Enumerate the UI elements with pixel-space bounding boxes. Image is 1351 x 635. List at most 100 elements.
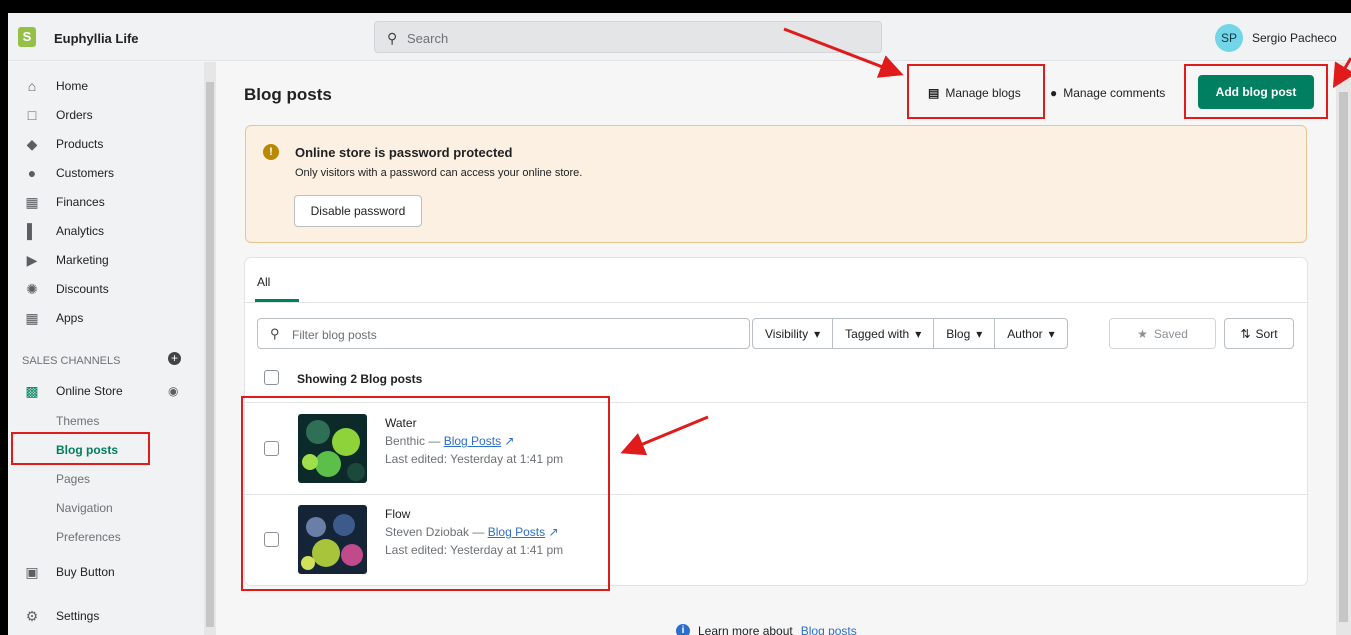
- filter-blog[interactable]: Blog ▾: [934, 319, 996, 348]
- sort-icon: ⇅: [1240, 326, 1251, 341]
- sidebar-item-label: Products: [56, 137, 104, 151]
- sidebar-item-label: Marketing: [56, 253, 109, 267]
- sidebar-item-buy-button[interactable]: ▣ Buy Button: [8, 558, 204, 586]
- post-author: Benthic: [385, 434, 426, 448]
- post-title[interactable]: Water: [385, 416, 417, 430]
- finances-icon: ▦: [25, 193, 39, 210]
- blog-link[interactable]: Blog Posts: [444, 434, 501, 448]
- sidebar-item-apps[interactable]: ▦ Apps: [8, 304, 204, 332]
- filter-placeholder: Filter blog posts: [292, 328, 377, 342]
- search-icon: ⚲: [387, 30, 398, 46]
- sidebar-subitem-blog-posts[interactable]: Blog posts: [56, 443, 118, 457]
- megaphone-icon: ▶: [26, 251, 38, 268]
- sidebar-item-orders[interactable]: □ Orders: [8, 101, 204, 129]
- search-input[interactable]: ⚲ Search: [374, 21, 882, 53]
- manage-comments-label: Manage comments: [1063, 86, 1166, 100]
- external-link-icon: ↗: [548, 525, 559, 539]
- banner-title: Online store is password protected: [295, 145, 513, 160]
- sidebar-item-settings[interactable]: ⚙ Settings: [8, 602, 204, 630]
- caret-down-icon: ▾: [1048, 326, 1055, 341]
- avatar[interactable]: SP: [1215, 24, 1243, 52]
- filter-visibility[interactable]: Visibility ▾: [753, 319, 834, 348]
- manage-comments-button[interactable]: ● Manage comments: [1050, 77, 1165, 109]
- scrollbar-thumb[interactable]: [1339, 92, 1348, 622]
- user-name[interactable]: Sergio Pacheco: [1252, 31, 1337, 45]
- sidebar-item-customers[interactable]: ● Customers: [8, 159, 204, 187]
- sidebar-subitem-themes[interactable]: Themes: [56, 414, 99, 428]
- filter-input[interactable]: ⚲ Filter blog posts: [257, 318, 750, 349]
- post-author: Steven Dziobak: [385, 525, 470, 539]
- tab-all[interactable]: All: [257, 275, 270, 289]
- password-banner: ! Online store is password protected Onl…: [245, 125, 1307, 243]
- sidebar-subitem-navigation[interactable]: Navigation: [56, 501, 113, 515]
- apps-icon: ▦: [25, 309, 39, 326]
- post-meta: Benthic — Blog Posts ↗: [385, 434, 515, 448]
- home-icon: ⌂: [27, 78, 37, 94]
- sidebar-item-label: Home: [56, 79, 89, 93]
- shopify-logo-icon[interactable]: S: [18, 27, 36, 47]
- page-title: Blog posts: [244, 85, 332, 104]
- divider: [245, 302, 1307, 303]
- info-icon: i: [676, 624, 690, 635]
- sidebar-scrollbar[interactable]: [204, 62, 216, 635]
- sidebar: ⌂ Home □ Orders ◆ Products ● Customers ▦ Fina…: [8, 62, 204, 635]
- post-meta: Steven Dziobak — Blog Posts ↗: [385, 525, 559, 539]
- caret-down-icon: ▾: [976, 326, 983, 341]
- saved-button[interactable]: ★ Saved: [1109, 318, 1216, 349]
- manage-blogs-button[interactable]: ▤ Manage blogs: [928, 77, 1021, 109]
- app-window: S Euphyllia Life ⚲ Search SP Sergio Pach…: [8, 13, 1351, 635]
- add-blog-post-button[interactable]: Add blog post: [1198, 75, 1314, 109]
- sidebar-item-label: Apps: [56, 311, 84, 325]
- sidebar-item-marketing[interactable]: ▶ Marketing: [8, 246, 204, 274]
- filter-label: Tagged with: [845, 326, 910, 341]
- select-all-checkbox[interactable]: [264, 370, 279, 385]
- row-checkbox[interactable]: [264, 441, 279, 456]
- sidebar-item-label: Buy Button: [56, 565, 115, 579]
- search-icon: ⚲: [270, 326, 280, 341]
- filter-author[interactable]: Author ▾: [995, 319, 1066, 348]
- sort-button[interactable]: ⇅ Sort: [1224, 318, 1294, 349]
- sidebar-item-finances[interactable]: ▦ Finances: [8, 188, 204, 216]
- blog-posts-card: All ⚲ Filter blog posts Visibility ▾ Tagg…: [245, 258, 1307, 585]
- row-checkbox[interactable]: [264, 532, 279, 547]
- blog-link[interactable]: Blog Posts: [488, 525, 545, 539]
- eye-icon[interactable]: ◉: [168, 384, 178, 398]
- sidebar-item-label: Online Store: [56, 384, 123, 398]
- scrollbar-thumb[interactable]: [206, 82, 214, 627]
- post-title[interactable]: Flow: [385, 507, 410, 521]
- showing-count: Showing 2 Blog posts: [297, 372, 423, 386]
- orders-icon: □: [27, 107, 37, 123]
- sidebar-item-label: Discounts: [56, 282, 109, 296]
- main-scrollbar[interactable]: [1336, 62, 1351, 635]
- filter-tagged-with[interactable]: Tagged with ▾: [833, 319, 935, 348]
- sales-channels-heading: SALES CHANNELS: [22, 355, 121, 367]
- sidebar-item-label: Finances: [56, 195, 105, 209]
- search-placeholder: Search: [407, 31, 449, 46]
- sidebar-item-label: Orders: [56, 108, 93, 122]
- disable-password-button[interactable]: Disable password: [294, 195, 422, 227]
- bar-chart-icon: ▌: [27, 223, 37, 239]
- sidebar-subitem-pages[interactable]: Pages: [56, 472, 90, 486]
- comment-icon: ●: [1050, 86, 1058, 100]
- learn-more-link[interactable]: Blog posts: [801, 624, 857, 635]
- filter-label: Blog: [946, 326, 971, 341]
- sidebar-item-label: Analytics: [56, 224, 105, 238]
- buy-button-icon: ▣: [25, 563, 39, 580]
- sidebar-item-label: Settings: [56, 609, 100, 623]
- learn-more-text: Learn more about: [698, 624, 793, 635]
- store-icon: ▩: [25, 382, 39, 399]
- add-channel-icon[interactable]: +: [168, 352, 181, 365]
- sidebar-item-discounts[interactable]: ✺ Discounts: [8, 275, 204, 303]
- filter-buttons: Visibility ▾ Tagged with ▾ Blog ▾ Author ▾: [752, 318, 1068, 349]
- sidebar-subitem-preferences[interactable]: Preferences: [56, 530, 121, 544]
- manage-blogs-label: Manage blogs: [945, 86, 1021, 100]
- learn-more: i Learn more about Blog posts: [676, 624, 857, 635]
- sidebar-item-home[interactable]: ⌂ Home: [8, 72, 204, 100]
- post-thumbnail: [298, 505, 367, 574]
- sidebar-item-products[interactable]: ◆ Products: [8, 130, 204, 158]
- store-name[interactable]: Euphyllia Life: [54, 31, 139, 46]
- sidebar-item-analytics[interactable]: ▌ Analytics: [8, 217, 204, 245]
- external-link-icon: ↗: [504, 434, 515, 448]
- top-bar: S Euphyllia Life ⚲ Search SP Sergio Pach…: [8, 13, 1351, 61]
- blog-icon: ▤: [928, 86, 940, 100]
